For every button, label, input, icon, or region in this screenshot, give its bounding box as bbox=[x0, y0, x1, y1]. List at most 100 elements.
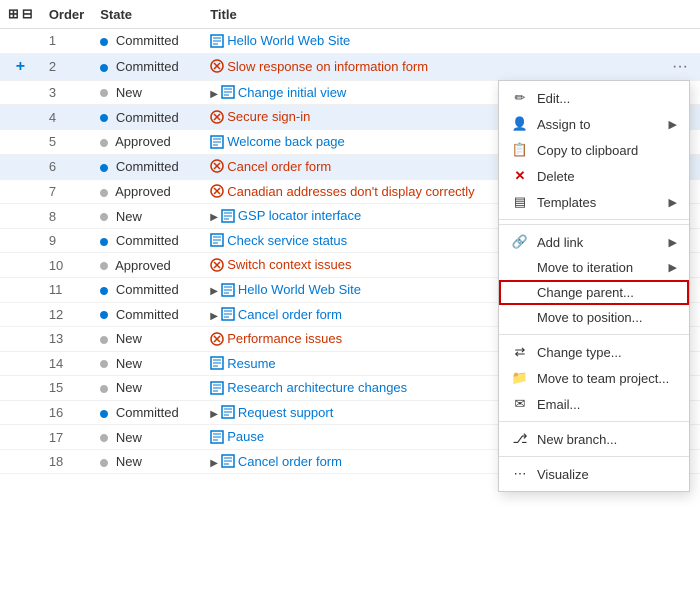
order-cell: 9 bbox=[41, 228, 92, 253]
state-label: Committed bbox=[116, 159, 179, 174]
add-cell bbox=[0, 327, 41, 352]
title-text: Research architecture changes bbox=[227, 380, 407, 395]
menu-item-move-to-position[interactable]: Move to position... bbox=[499, 305, 689, 330]
state-cell: New bbox=[92, 327, 202, 352]
ellipsis-button[interactable]: ··· bbox=[668, 59, 692, 75]
state-dot bbox=[100, 89, 108, 97]
add-cell bbox=[0, 253, 41, 278]
menu-item-email[interactable]: ✉ Email... bbox=[499, 391, 689, 417]
state-label: New bbox=[116, 331, 142, 346]
state-label: Approved bbox=[115, 134, 171, 149]
menu-item-copy-to-clipboard[interactable]: 📋 Copy to clipboard bbox=[499, 137, 689, 163]
menu-icon-visualize: ⋯ bbox=[511, 466, 529, 482]
order-cell: 14 bbox=[41, 351, 92, 376]
menu-item-change-type[interactable]: ⇄ Change type... bbox=[499, 339, 689, 365]
state-label: Committed bbox=[116, 405, 179, 420]
add-cell bbox=[0, 228, 41, 253]
order-cell: 12 bbox=[41, 302, 92, 327]
state-dot bbox=[100, 410, 108, 418]
menu-label-move-to-iteration: Move to iteration bbox=[537, 260, 669, 275]
add-cell: + bbox=[0, 53, 41, 80]
order-cell: 18 bbox=[41, 449, 92, 474]
state-cell: New bbox=[92, 376, 202, 401]
state-dot bbox=[100, 385, 108, 393]
add-cell bbox=[0, 400, 41, 425]
state-dot bbox=[100, 262, 108, 270]
title-text: Secure sign-in bbox=[227, 109, 310, 124]
menu-label-email: Email... bbox=[537, 397, 677, 412]
menu-item-change-parent[interactable]: Change parent... bbox=[499, 280, 689, 305]
title-cell[interactable]: Hello World Web Site bbox=[202, 29, 700, 54]
menu-label-change-parent: Change parent... bbox=[537, 285, 677, 300]
menu-label-new-branch: New branch... bbox=[537, 432, 677, 447]
add-child-button[interactable]: + bbox=[16, 58, 25, 76]
state-cell: Committed bbox=[92, 154, 202, 179]
title-text: Cancel order form bbox=[227, 159, 331, 174]
state-cell: Committed bbox=[92, 29, 202, 54]
menu-item-new-branch[interactable]: ⎇ New branch... bbox=[499, 426, 689, 452]
add-cell bbox=[0, 154, 41, 179]
add-cell bbox=[0, 204, 41, 229]
title-text: Check service status bbox=[227, 233, 347, 248]
menu-item-visualize[interactable]: ⋯ Visualize bbox=[499, 461, 689, 487]
menu-item-add-link[interactable]: 🔗 Add link ▶ bbox=[499, 229, 689, 255]
title-text: Cancel order form bbox=[238, 307, 342, 322]
state-dot bbox=[100, 434, 108, 442]
title-text: Change initial view bbox=[238, 85, 346, 100]
state-cell: New bbox=[92, 449, 202, 474]
menu-icon-assign-to: 👤 bbox=[511, 116, 529, 132]
menu-label-delete: Delete bbox=[537, 169, 677, 184]
submenu-arrow: ▶ bbox=[669, 261, 677, 274]
state-cell: New bbox=[92, 80, 202, 105]
add-cell bbox=[0, 302, 41, 327]
state-dot bbox=[100, 287, 108, 295]
state-cell: Committed bbox=[92, 53, 202, 80]
title-cell[interactable]: Slow response on information form ··· bbox=[202, 53, 700, 80]
state-dot bbox=[100, 213, 108, 221]
menu-item-move-to-team-project[interactable]: 📁 Move to team project... bbox=[499, 365, 689, 391]
add-cell bbox=[0, 277, 41, 302]
order-cell: 5 bbox=[41, 130, 92, 155]
state-cell: New bbox=[92, 204, 202, 229]
add-cell bbox=[0, 105, 41, 130]
menu-icon-email: ✉ bbox=[511, 396, 529, 412]
menu-item-assign-to[interactable]: 👤 Assign to ▶ bbox=[499, 111, 689, 137]
state-label: Approved bbox=[115, 184, 171, 199]
state-dot bbox=[100, 114, 108, 122]
expand-collapse-header: ⊞ ⊟ bbox=[0, 0, 41, 29]
state-cell: Committed bbox=[92, 228, 202, 253]
state-cell: Approved bbox=[92, 253, 202, 278]
state-label: Committed bbox=[116, 282, 179, 297]
order-cell: 4 bbox=[41, 105, 92, 130]
state-dot bbox=[100, 38, 108, 46]
state-header: State bbox=[92, 0, 202, 29]
state-label: New bbox=[116, 209, 142, 224]
collapse-all-icon[interactable]: ⊟ bbox=[22, 6, 33, 22]
menu-item-templates[interactable]: ▤ Templates ▶ bbox=[499, 189, 689, 215]
add-cell bbox=[0, 351, 41, 376]
order-cell: 11 bbox=[41, 277, 92, 302]
menu-item-move-to-iteration[interactable]: Move to iteration ▶ bbox=[499, 255, 689, 280]
state-cell: Committed bbox=[92, 302, 202, 327]
state-cell: Approved bbox=[92, 130, 202, 155]
menu-icon-copy-to-clipboard: 📋 bbox=[511, 142, 529, 158]
state-label: Committed bbox=[116, 59, 179, 74]
state-label: Committed bbox=[116, 33, 179, 48]
menu-item-edit[interactable]: ✏ Edit... bbox=[499, 85, 689, 111]
state-dot bbox=[100, 360, 108, 368]
add-cell bbox=[0, 29, 41, 54]
state-label: Committed bbox=[116, 233, 179, 248]
state-dot bbox=[100, 336, 108, 344]
title-text: Resume bbox=[227, 356, 275, 371]
order-cell: 8 bbox=[41, 204, 92, 229]
menu-label-move-to-team-project: Move to team project... bbox=[537, 371, 677, 386]
state-cell: New bbox=[92, 425, 202, 450]
menu-item-delete[interactable]: ✕ Delete bbox=[499, 163, 689, 189]
add-cell bbox=[0, 80, 41, 105]
state-label: New bbox=[116, 380, 142, 395]
menu-label-templates: Templates bbox=[537, 195, 669, 210]
expand-all-icon[interactable]: ⊞ bbox=[8, 6, 19, 22]
menu-label-assign-to: Assign to bbox=[537, 117, 669, 132]
title-text: Hello World Web Site bbox=[238, 282, 361, 297]
title-text: Slow response on information form bbox=[227, 59, 428, 74]
